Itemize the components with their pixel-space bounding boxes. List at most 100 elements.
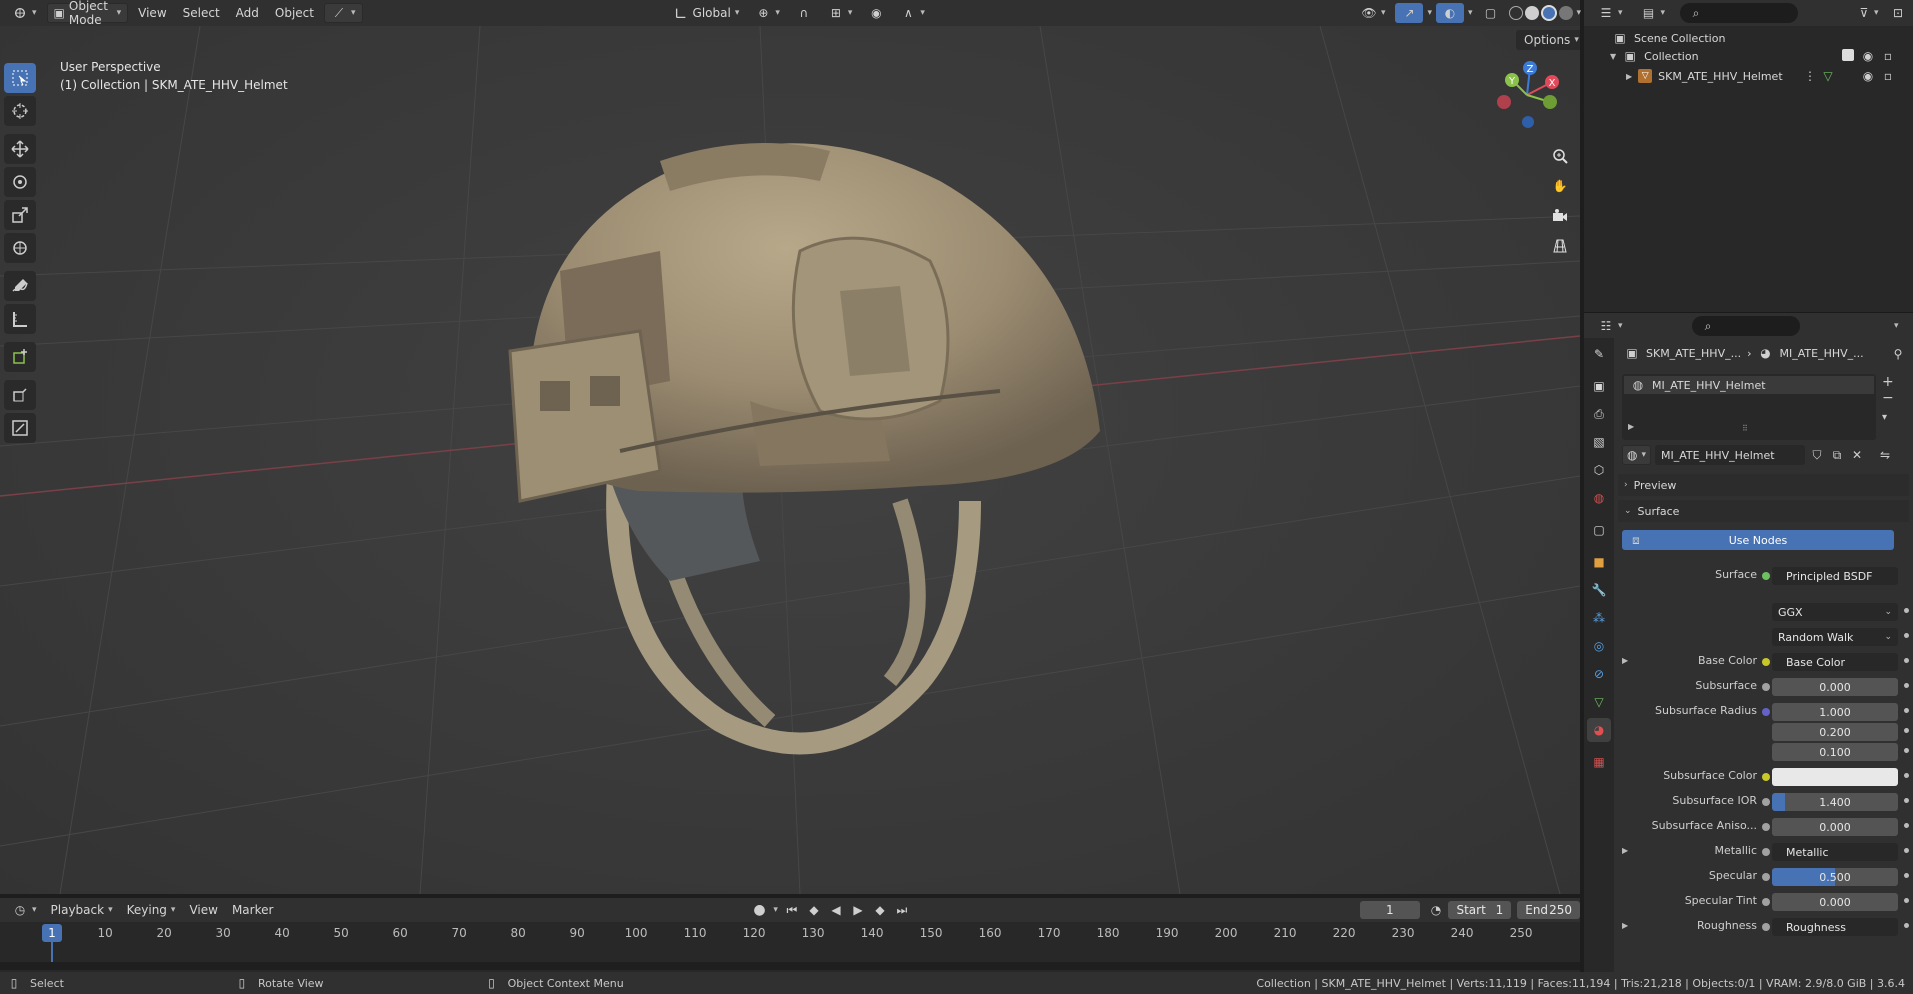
tab-object[interactable]: ■ <box>1587 550 1611 574</box>
keyframe-icon[interactable] <box>1902 726 1911 735</box>
tab-constraints[interactable]: ⊘ <box>1587 662 1611 686</box>
preview-panel-header[interactable]: › Preview <box>1618 474 1909 496</box>
color-swatch-field[interactable] <box>1772 768 1898 786</box>
gizmo-toggle-button[interactable]: ⟋ ▾ <box>324 3 363 23</box>
keyframe-icon[interactable] <box>1902 896 1911 905</box>
display-mode-dropdown[interactable]: ▤ ▾ <box>1635 3 1672 23</box>
menu-playback[interactable]: Playback ▾ <box>45 900 119 920</box>
end-frame-field[interactable]: End 250 <box>1517 901 1580 919</box>
record-icon[interactable]: ● <box>751 902 767 918</box>
menu-object[interactable]: Object <box>269 6 320 20</box>
play-icon[interactable]: ▶ <box>850 902 866 918</box>
keyframe-icon[interactable] <box>1902 921 1911 930</box>
new-collection-icon[interactable]: ⊡ <box>1890 5 1906 21</box>
tool-measure[interactable] <box>4 304 36 334</box>
tab-collection[interactable]: ▢ <box>1587 518 1611 542</box>
close-icon[interactable]: ✕ <box>1849 447 1865 463</box>
falloff-dropdown[interactable]: ∧ ▾ <box>894 3 931 23</box>
prev-keyframe-icon[interactable]: ◆ <box>806 902 822 918</box>
socket-icon[interactable] <box>1762 898 1770 906</box>
material-shading-icon[interactable] <box>1540 5 1557 21</box>
subsurface-method-dropdown[interactable]: Random Walk ⌄ <box>1772 628 1898 646</box>
linked-input-field[interactable]: Base Color <box>1772 653 1898 671</box>
visibility-dropdown[interactable]: 👁 ▾ <box>1355 3 1392 23</box>
number-field[interactable]: 0.100 <box>1772 743 1898 761</box>
tab-world[interactable]: ◍ <box>1587 486 1611 510</box>
properties-search-input[interactable]: ⌕ <box>1692 316 1800 336</box>
menu-select[interactable]: Select <box>177 6 226 20</box>
tab-data[interactable]: ▽ <box>1587 690 1611 714</box>
tab-scene[interactable]: ⬡ <box>1587 458 1611 482</box>
linked-input-field[interactable]: Metallic <box>1772 843 1898 861</box>
slider-field[interactable]: 1.400 <box>1772 793 1898 811</box>
tab-physics[interactable]: ◎ <box>1587 634 1611 658</box>
socket-icon[interactable] <box>1762 823 1770 831</box>
keyframe-icon[interactable] <box>1902 821 1911 830</box>
snap-toggle[interactable]: ∩ <box>790 3 818 23</box>
timeline-editor-type[interactable]: ◷ ▾ <box>6 900 43 920</box>
tab-tool[interactable]: ✎ <box>1587 342 1611 366</box>
material-slot-item[interactable]: ◍ MI_ATE_HHV_Helmet <box>1624 376 1874 394</box>
duplicate-icon[interactable]: ⧉ <box>1829 447 1845 463</box>
keyframe-icon[interactable] <box>1902 746 1911 755</box>
menu-view[interactable]: View <box>132 6 172 20</box>
mode-dropdown[interactable]: ▣ Object Mode ▾ <box>46 0 129 27</box>
jump-start-icon[interactable]: ⏮ <box>784 902 800 918</box>
expand-triangle-icon[interactable]: ▶ <box>1622 921 1628 930</box>
eye-icon[interactable]: ◉ <box>1860 48 1876 64</box>
tab-output[interactable]: ⎙ <box>1587 402 1611 426</box>
tab-view-layer[interactable]: ▧ <box>1587 430 1611 454</box>
socket-icon[interactable] <box>1762 798 1770 806</box>
next-keyframe-icon[interactable]: ◆ <box>872 902 888 918</box>
chevron-down-icon[interactable]: ▾ <box>1874 8 1879 18</box>
tool-add-cube[interactable] <box>4 342 36 372</box>
outliner-row-scene[interactable]: ▣ Scene Collection <box>1612 28 1725 48</box>
linked-input-field[interactable]: Roughness <box>1772 918 1898 936</box>
chevron-down-icon[interactable]: ▾ <box>1894 321 1899 331</box>
expand-triangle-icon[interactable]: ▶ <box>1622 656 1628 665</box>
timeline-scrollbar[interactable] <box>0 962 1580 970</box>
slider-field[interactable]: 0.500 <box>1772 868 1898 886</box>
link-icon[interactable]: ⇋ <box>1877 447 1893 463</box>
keyframe-icon[interactable] <box>1902 771 1911 780</box>
pin-icon[interactable]: ⚲ <box>1890 346 1906 362</box>
socket-icon[interactable] <box>1762 923 1770 931</box>
gizmos-button[interactable]: ↗ <box>1395 3 1424 23</box>
number-field[interactable]: 0.000 <box>1772 678 1898 696</box>
keyframe-icon[interactable] <box>1902 681 1911 690</box>
keyframe-icon[interactable] <box>1902 606 1911 615</box>
tab-material[interactable]: ◕ <box>1587 718 1611 742</box>
tool-select-box[interactable] <box>4 63 36 93</box>
editor-type-button[interactable]: ▾ <box>6 3 43 23</box>
tab-render[interactable]: ▣ <box>1587 374 1611 398</box>
socket-icon[interactable] <box>1762 683 1770 691</box>
fake-user-icon[interactable]: ⛉ <box>1809 447 1825 463</box>
tool-cursor[interactable] <box>4 96 36 126</box>
eye-icon[interactable]: ◉ <box>1860 68 1876 84</box>
resize-grip-icon[interactable]: ⠿ <box>1742 424 1748 433</box>
surface-panel-header[interactable]: ⌄ Surface <box>1618 500 1909 522</box>
jump-end-icon[interactable]: ⏭ <box>894 902 910 918</box>
keyframe-icon[interactable] <box>1902 846 1911 855</box>
snap-target-dropdown[interactable]: ⊞ ▾ <box>822 3 859 23</box>
rendered-shading-icon[interactable] <box>1558 6 1573 20</box>
start-frame-field[interactable]: Start 1 <box>1448 901 1512 919</box>
keyframe-icon[interactable] <box>1902 796 1911 805</box>
solid-shading-icon[interactable] <box>1524 6 1539 20</box>
pan-button[interactable]: ✋ <box>1548 174 1572 198</box>
remove-slot-button[interactable]: − <box>1882 390 1894 406</box>
keyframe-icon[interactable] <box>1902 631 1911 640</box>
number-field[interactable]: 0.000 <box>1772 818 1898 836</box>
chevron-down-icon[interactable]: ▾ <box>1577 8 1582 18</box>
zoom-button[interactable] <box>1548 144 1572 168</box>
helmet-model[interactable] <box>500 121 1120 841</box>
play-reverse-icon[interactable]: ◀ <box>828 902 844 918</box>
menu-timeline-view[interactable]: View <box>183 903 223 917</box>
outliner-search-input[interactable]: ⌕ <box>1680 3 1798 23</box>
tab-particles[interactable]: ⁂ <box>1587 606 1611 630</box>
tool-extrude[interactable] <box>4 380 36 410</box>
number-field[interactable]: 0.200 <box>1772 723 1898 741</box>
socket-icon[interactable] <box>1762 658 1770 666</box>
tool-scale[interactable] <box>4 200 36 230</box>
expand-triangle-icon[interactable]: ▶ <box>1626 72 1632 81</box>
